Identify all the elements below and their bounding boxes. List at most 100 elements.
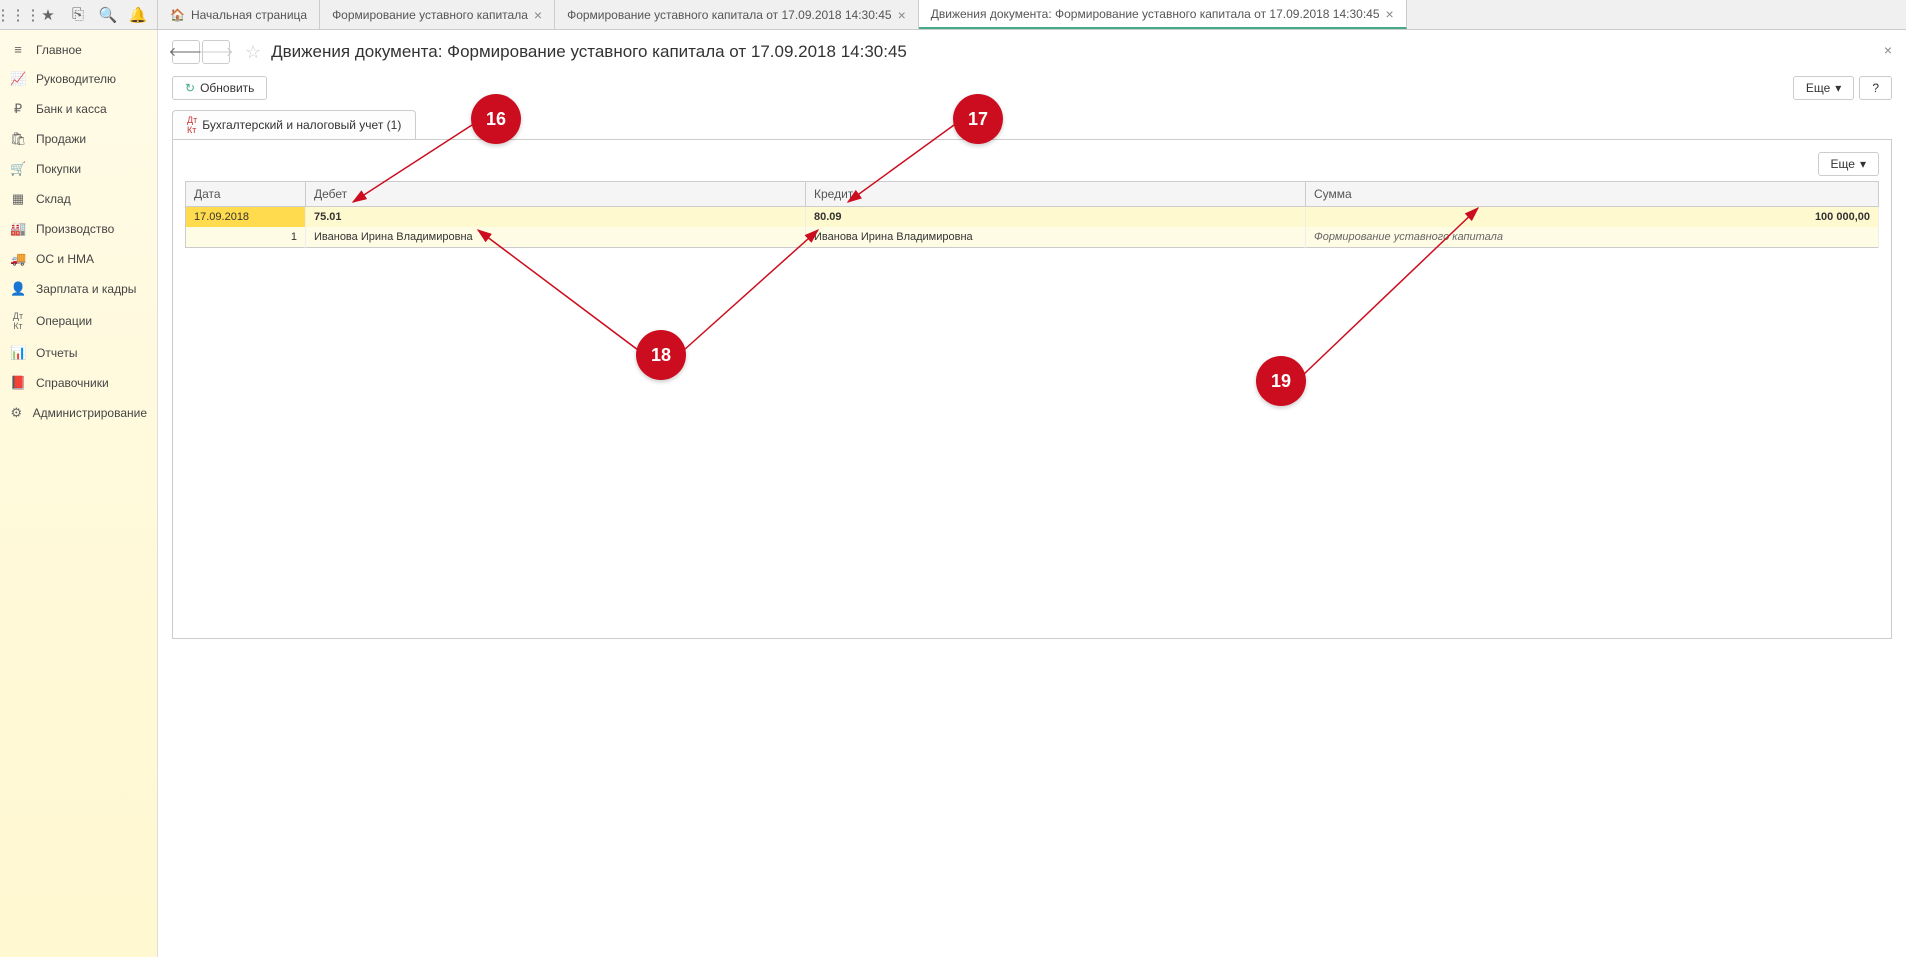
- table-row[interactable]: 1 Иванова Ирина Владимировна Иванова Ири…: [186, 227, 1879, 248]
- sidebar-item-manager[interactable]: 📈 Руководителю: [0, 64, 157, 94]
- help-button[interactable]: ?: [1859, 76, 1892, 100]
- tab-label: Формирование уставного капитала: [332, 8, 528, 22]
- copy-icon[interactable]: ⎘: [65, 2, 91, 28]
- right-buttons: Еще ▾ ?: [1793, 76, 1892, 100]
- cell-debit-account: 75.01: [306, 207, 806, 228]
- star-icon[interactable]: ★: [35, 2, 61, 28]
- tab-label: Формирование уставного капитала от 17.09…: [567, 8, 892, 22]
- sub-tab-accounting[interactable]: ДтКт Бухгалтерский и налоговый учет (1): [172, 110, 416, 139]
- refresh-button[interactable]: ↻ Обновить: [172, 76, 267, 100]
- back-button[interactable]: 🡐: [172, 40, 200, 64]
- button-label: Еще: [1831, 157, 1855, 171]
- cell-desc: Формирование уставного капитала: [1306, 227, 1879, 248]
- sidebar-item-label: Отчеты: [36, 346, 77, 360]
- button-label: Еще: [1806, 81, 1830, 95]
- chevron-down-icon: ▾: [1860, 157, 1866, 171]
- dtkt-icon: ДтКт: [187, 115, 197, 135]
- annotation-18: 18: [636, 330, 686, 380]
- sub-tabs: ДтКт Бухгалтерский и налоговый учет (1): [172, 110, 1892, 139]
- cell-credit-name: Иванова Ирина Владимировна: [806, 227, 1306, 248]
- tab-movements[interactable]: Движения документа: Формирование уставно…: [919, 0, 1407, 29]
- tab-formation[interactable]: Формирование уставного капитала ×: [320, 0, 555, 29]
- sidebar-item-admin[interactable]: ⚙ Администрирование: [0, 398, 157, 428]
- book-icon: 📕: [10, 375, 26, 391]
- bell-icon[interactable]: 🔔: [125, 2, 151, 28]
- forward-button[interactable]: 🡒: [202, 40, 230, 64]
- page-title: Движения документа: Формирование уставно…: [271, 42, 907, 62]
- grid-icon: ▦: [10, 191, 26, 207]
- action-bar: ↻ Обновить Еще ▾ ?: [172, 76, 1892, 100]
- content-area: Еще ▾ Дата Дебет Кредит Сумма 17.09.2018: [172, 139, 1892, 639]
- search-icon[interactable]: 🔍: [95, 2, 121, 28]
- gear-icon: ⚙: [10, 405, 23, 421]
- close-icon[interactable]: ×: [898, 7, 906, 23]
- tab-label: Начальная страница: [191, 8, 307, 22]
- close-icon[interactable]: ×: [534, 7, 542, 23]
- table-row[interactable]: 17.09.2018 75.01 80.09 100 000,00: [186, 207, 1879, 228]
- close-icon[interactable]: ×: [1386, 6, 1394, 22]
- more-button[interactable]: Еще ▾: [1793, 76, 1854, 100]
- close-page-icon[interactable]: ×: [1884, 42, 1892, 58]
- tabs-container: 🏠 Начальная страница Формирование уставн…: [158, 0, 1906, 29]
- sidebar-item-reports[interactable]: 📊 Отчеты: [0, 338, 157, 368]
- nav-buttons: 🡐 🡒: [172, 40, 230, 64]
- apps-icon[interactable]: ⋮⋮⋮: [5, 2, 31, 28]
- sidebar-item-operations[interactable]: ДтКт Операции: [0, 304, 157, 338]
- chart-icon: 📈: [10, 71, 26, 87]
- main-content: × 🡐 🡒 ☆ Движения документа: Формирование…: [158, 30, 1906, 957]
- sidebar-item-bank[interactable]: ₽ Банк и касса: [0, 94, 157, 124]
- cell-sum: 100 000,00: [1306, 207, 1879, 228]
- sidebar-item-label: Банк и касса: [36, 102, 107, 116]
- top-toolbar: ⋮⋮⋮ ★ ⎘ 🔍 🔔 🏠 Начальная страница Формиро…: [0, 0, 1906, 30]
- inner-toolbar: Еще ▾: [185, 152, 1879, 176]
- layout: ≡ Главное 📈 Руководителю ₽ Банк и касса …: [0, 30, 1906, 957]
- sidebar-item-main[interactable]: ≡ Главное: [0, 35, 157, 64]
- ruble-icon: ₽: [10, 101, 26, 117]
- tab-formation-date[interactable]: Формирование уставного капитала от 17.09…: [555, 0, 919, 29]
- tab-label: Движения документа: Формирование уставно…: [931, 7, 1380, 21]
- sidebar-item-label: Администрирование: [33, 406, 147, 420]
- sidebar-item-sales[interactable]: 🛍 Продажи: [0, 124, 157, 154]
- sidebar-item-assets[interactable]: 🚚 ОС и НМА: [0, 244, 157, 274]
- sidebar-item-label: ОС и НМА: [36, 252, 94, 266]
- button-label: Обновить: [200, 81, 254, 95]
- sidebar-item-label: Операции: [36, 314, 92, 328]
- movements-table: Дата Дебет Кредит Сумма 17.09.2018 75.01…: [185, 181, 1879, 248]
- bag-icon: 🛍: [10, 131, 26, 147]
- header-debit[interactable]: Дебет: [306, 182, 806, 207]
- page-header: 🡐 🡒 ☆ Движения документа: Формирование у…: [172, 40, 1892, 76]
- sidebar-item-label: Производство: [36, 222, 114, 236]
- header-credit[interactable]: Кредит: [806, 182, 1306, 207]
- person-icon: 👤: [10, 281, 26, 297]
- barchart-icon: 📊: [10, 345, 26, 361]
- refresh-icon: ↻: [185, 81, 195, 95]
- sub-tab-label: Бухгалтерский и налоговый учет (1): [202, 118, 401, 132]
- sidebar-item-label: Склад: [36, 192, 71, 206]
- favorite-icon[interactable]: ☆: [245, 42, 261, 63]
- cell-num: 1: [186, 227, 306, 248]
- sidebar-item-label: Продажи: [36, 132, 86, 146]
- sidebar-item-salary[interactable]: 👤 Зарплата и кадры: [0, 274, 157, 304]
- sidebar-item-label: Зарплата и кадры: [36, 282, 136, 296]
- sidebar-item-production[interactable]: 🏭 Производство: [0, 214, 157, 244]
- cart-icon: 🛒: [10, 161, 26, 177]
- sidebar-item-directories[interactable]: 📕 Справочники: [0, 368, 157, 398]
- truck-icon: 🚚: [10, 251, 26, 267]
- annotation-17: 17: [953, 94, 1003, 144]
- sidebar-item-purchases[interactable]: 🛒 Покупки: [0, 154, 157, 184]
- inner-more-button[interactable]: Еще ▾: [1818, 152, 1879, 176]
- menu-icon: ≡: [10, 42, 26, 57]
- tab-home[interactable]: 🏠 Начальная страница: [158, 0, 320, 29]
- sidebar-item-label: Справочники: [36, 376, 109, 390]
- sidebar: ≡ Главное 📈 Руководителю ₽ Банк и касса …: [0, 30, 158, 957]
- sidebar-item-label: Главное: [36, 43, 82, 57]
- cell-debit-name: Иванова Ирина Владимировна: [306, 227, 806, 248]
- header-date[interactable]: Дата: [186, 182, 306, 207]
- home-icon: 🏠: [170, 8, 185, 22]
- sidebar-item-label: Покупки: [36, 162, 81, 176]
- header-sum[interactable]: Сумма: [1306, 182, 1879, 207]
- dt-icon: ДтКт: [10, 311, 26, 331]
- annotation-16: 16: [471, 94, 521, 144]
- chevron-down-icon: ▾: [1835, 81, 1841, 95]
- sidebar-item-warehouse[interactable]: ▦ Склад: [0, 184, 157, 214]
